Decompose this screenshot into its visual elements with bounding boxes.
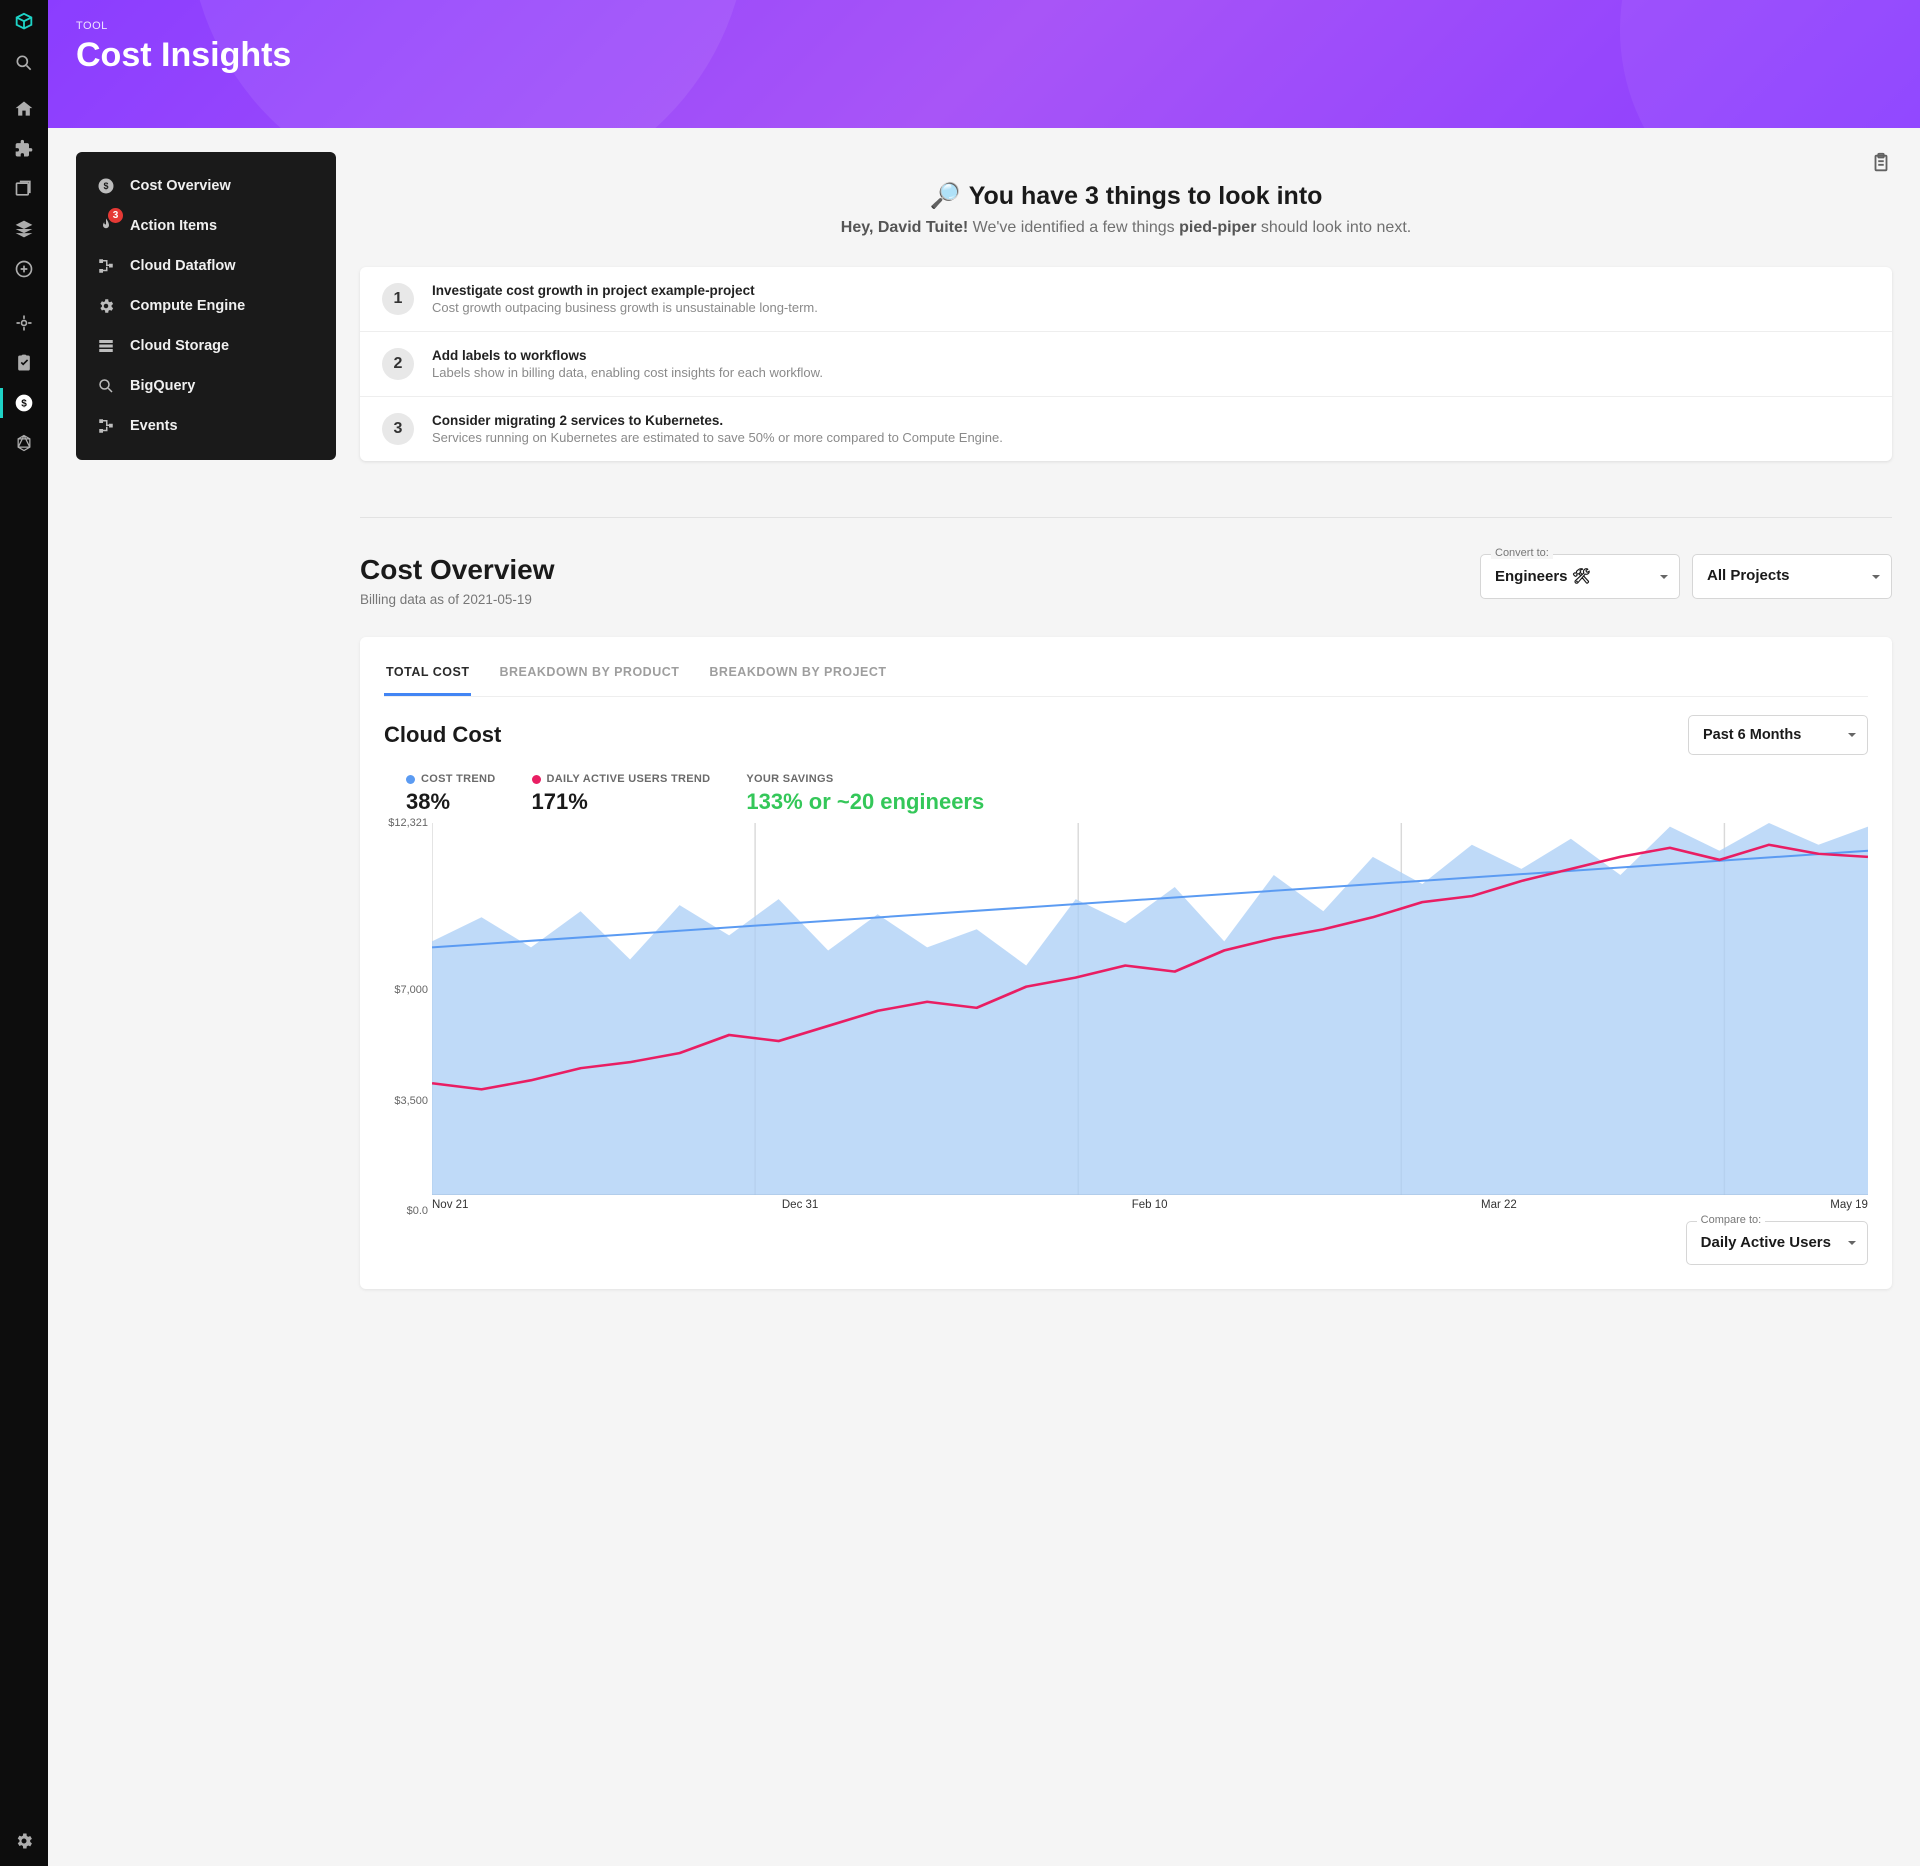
chart-card: TOTAL COST BREAKDOWN BY PRODUCT BREAKDOW… xyxy=(360,637,1892,1289)
alerts-greeting: Hey, David Tuite! We've identified a few… xyxy=(360,219,1892,237)
chart-svg xyxy=(432,823,1868,1195)
tab-breakdown-project[interactable]: BREAKDOWN BY PROJECT xyxy=(707,655,888,696)
alert-item[interactable]: 1 Investigate cost growth in project exa… xyxy=(360,267,1892,332)
nav-rail: $ xyxy=(0,0,48,1866)
field-value: Daily Active Users xyxy=(1701,1234,1831,1251)
sidebar-item-cloud-storage[interactable]: Cloud Storage xyxy=(86,326,326,366)
alert-number: 2 xyxy=(382,348,414,380)
legend-cost-trend: COST TREND 38% xyxy=(406,773,496,815)
search-icon[interactable] xyxy=(13,52,35,74)
page-title: Cost Insights xyxy=(76,36,1892,75)
sidebar-item-label: Compute Engine xyxy=(130,298,245,314)
y-axis: $12,321 $7,000 $3,500 $0.0 xyxy=(384,823,432,1211)
sidebar-item-label: BigQuery xyxy=(130,378,195,394)
chevron-down-icon xyxy=(1847,1238,1857,1248)
alert-desc: Services running on Kubernetes are estim… xyxy=(432,430,1003,445)
search-icon xyxy=(96,376,116,396)
tasks-icon[interactable] xyxy=(13,352,35,374)
magnify-emoji: 🔎 xyxy=(930,182,961,211)
x-axis: Nov 21 Dec 31 Feb 10 Mar 22 May 19 xyxy=(432,1199,1868,1211)
legend-dau-trend: DAILY ACTIVE USERS TREND 171% xyxy=(532,773,711,815)
alert-number: 1 xyxy=(382,283,414,315)
alert-title: Add labels to workflows xyxy=(432,348,823,363)
alert-desc: Labels show in billing data, enabling co… xyxy=(432,365,823,380)
field-value: All Projects xyxy=(1707,567,1790,584)
sidebar-item-label: Cost Overview xyxy=(130,178,231,194)
library-icon[interactable] xyxy=(13,178,35,200)
chevron-down-icon xyxy=(1847,730,1857,740)
sidebar-item-events[interactable]: Events xyxy=(86,406,326,446)
alerts-heading: You have 3 things to look into xyxy=(969,182,1323,211)
sidebar-panel: $ Cost Overview 3 Action Items Cloud Dat… xyxy=(76,152,336,460)
sidebar-item-label: Cloud Dataflow xyxy=(130,258,236,274)
convert-to-select[interactable]: Convert to: Engineers 🛠 xyxy=(1480,554,1680,599)
period-value: Past 6 Months xyxy=(1703,727,1801,743)
brand-icon[interactable] xyxy=(13,12,35,34)
graphql-icon[interactable] xyxy=(13,432,35,454)
alert-item[interactable]: 2 Add labels to workflows Labels show in… xyxy=(360,332,1892,397)
chevron-down-icon xyxy=(1871,572,1881,582)
chevron-down-icon xyxy=(1659,572,1669,582)
cost-icon[interactable]: $ xyxy=(13,392,35,414)
tab-breakdown-product[interactable]: BREAKDOWN BY PRODUCT xyxy=(497,655,681,696)
home-icon[interactable] xyxy=(13,98,35,120)
field-value: Engineers 🛠 xyxy=(1495,568,1591,585)
overview-subtitle: Billing data as of 2021-05-19 xyxy=(360,592,555,607)
gear-icon xyxy=(96,296,116,316)
alert-number: 3 xyxy=(382,413,414,445)
layers-icon[interactable] xyxy=(13,218,35,240)
project-select[interactable]: All Projects xyxy=(1692,554,1892,599)
events-icon xyxy=(96,416,116,436)
alert-desc: Cost growth outpacing business growth is… xyxy=(432,300,818,315)
tab-total-cost[interactable]: TOTAL COST xyxy=(384,655,471,696)
field-label: Compare to: xyxy=(1697,1214,1766,1226)
chart-title: Cloud Cost xyxy=(384,722,501,748)
chart-tabs: TOTAL COST BREAKDOWN BY PRODUCT BREAKDOW… xyxy=(384,655,1868,697)
sidebar-item-cost-overview[interactable]: $ Cost Overview xyxy=(86,166,326,206)
divider xyxy=(360,517,1892,518)
page-header: TOOL Cost Insights xyxy=(48,0,1920,128)
svg-text:$: $ xyxy=(103,181,108,191)
sidebar-item-cloud-dataflow[interactable]: Cloud Dataflow xyxy=(86,246,326,286)
add-icon[interactable] xyxy=(13,258,35,280)
sidebar-item-bigquery[interactable]: BigQuery xyxy=(86,366,326,406)
overview-title: Cost Overview xyxy=(360,554,555,586)
legend-savings: YOUR SAVINGS 133% or ~20 engineers xyxy=(746,773,984,815)
alert-item[interactable]: 3 Consider migrating 2 services to Kuber… xyxy=(360,397,1892,461)
alerts-list: 1 Investigate cost growth in project exa… xyxy=(360,267,1892,461)
sidebar-item-compute-engine[interactable]: Compute Engine xyxy=(86,286,326,326)
field-label: Convert to: xyxy=(1491,547,1553,559)
sidebar-item-label: Action Items xyxy=(130,218,217,234)
clipboard-icon[interactable] xyxy=(1870,152,1892,174)
sidebar-item-label: Events xyxy=(130,418,178,434)
sidebar-item-action-items[interactable]: 3 Action Items xyxy=(86,206,326,246)
svg-text:$: $ xyxy=(21,398,27,409)
alert-title: Consider migrating 2 services to Kuberne… xyxy=(432,413,1003,428)
sidebar-item-label: Cloud Storage xyxy=(130,338,229,354)
period-select[interactable]: Past 6 Months xyxy=(1688,715,1868,755)
chart-legend: COST TREND 38% DAILY ACTIVE USERS TREND … xyxy=(384,773,1868,815)
target-icon[interactable] xyxy=(13,312,35,334)
dollar-circle-icon: $ xyxy=(96,176,116,196)
storage-icon xyxy=(96,336,116,356)
badge-count: 3 xyxy=(108,208,123,223)
extension-icon[interactable] xyxy=(13,138,35,160)
compare-to-select[interactable]: Compare to: Daily Active Users xyxy=(1686,1221,1868,1265)
settings-icon[interactable] xyxy=(13,1830,35,1852)
alerts-header: 🔎 You have 3 things to look into Hey, Da… xyxy=(360,182,1892,237)
header-eyebrow: TOOL xyxy=(76,20,1892,32)
dataflow-icon xyxy=(96,256,116,276)
alert-title: Investigate cost growth in project examp… xyxy=(432,283,818,298)
